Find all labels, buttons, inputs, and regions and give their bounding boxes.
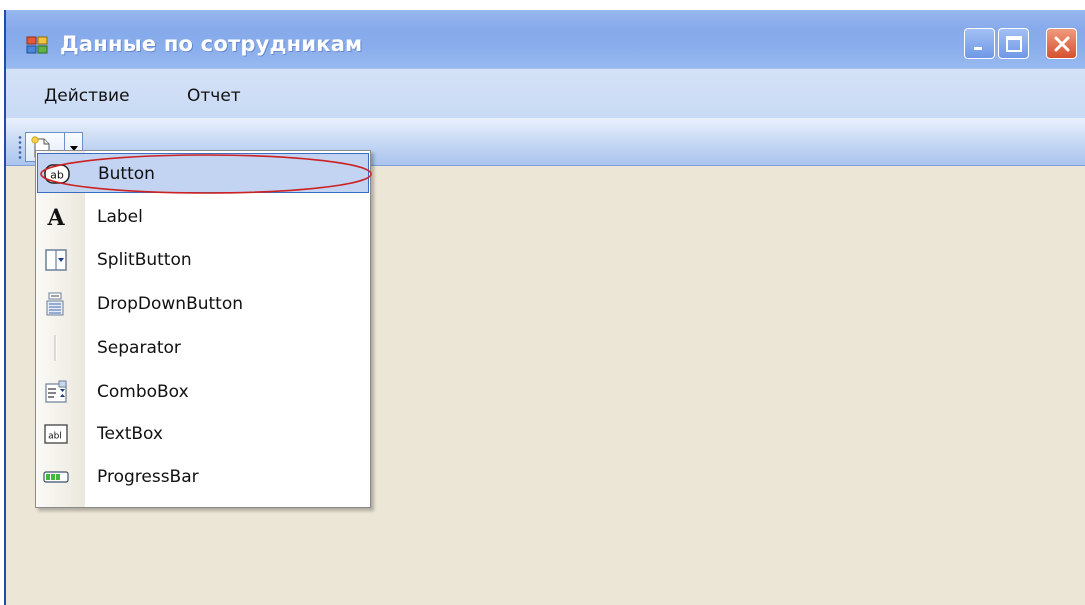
maximize-button[interactable] [998, 28, 1029, 59]
progressbar-icon [43, 463, 69, 491]
menu-item-textbox[interactable]: abl TextBox [37, 414, 369, 454]
menu-item-label: DropDownButton [97, 294, 244, 314]
menu-item-label: ProgressBar [97, 467, 199, 487]
menu-bar: Действие Отчет [6, 69, 1085, 118]
menu-item-label: Button [98, 164, 155, 184]
menu-item-combobox[interactable]: ComboBox [37, 372, 369, 412]
menu-item-button[interactable]: ab Button [37, 153, 369, 193]
close-button[interactable] [1046, 28, 1077, 59]
close-icon [1054, 36, 1069, 51]
toolbar-grip-icon[interactable] [18, 135, 22, 161]
menu-item-action[interactable]: Действие [44, 86, 130, 106]
menu-item-progressbar[interactable]: ProgressBar [37, 457, 369, 497]
combobox-icon [43, 378, 69, 406]
dropdown-button-icon [43, 290, 69, 318]
menu-item-label: ComboBox [97, 382, 189, 402]
minimize-button[interactable] [964, 28, 995, 59]
menu-item-split-button[interactable]: SplitButton [37, 240, 369, 280]
button-ab-icon: ab [44, 160, 70, 188]
svg-text:ab: ab [50, 169, 64, 182]
application-icon [26, 36, 48, 54]
menu-item-separator[interactable]: Separator [37, 328, 369, 368]
split-button-icon [43, 246, 69, 274]
menu-item-label: Label [97, 207, 143, 227]
menu-item-label-control[interactable]: A Label [37, 197, 369, 237]
menu-item-label: Separator [97, 338, 181, 358]
menu-item-report[interactable]: Отчет [187, 86, 241, 106]
window-title: Данные по сотрудникам [60, 32, 363, 56]
menu-item-label: TextBox [97, 424, 163, 444]
title-bar[interactable]: Данные по сотрудникам [6, 10, 1085, 69]
svg-text:abl: abl [48, 432, 62, 442]
add-item-dropdown-menu: ab Button A Label SplitButton DropDownBu… [35, 150, 371, 508]
label-a-icon: A [43, 203, 69, 231]
textbox-abl-icon: abl [43, 420, 69, 448]
minimize-icon [973, 46, 982, 50]
svg-text:A: A [46, 205, 65, 230]
menu-item-dropdown-button[interactable]: DropDownButton [37, 284, 369, 324]
separator-icon [43, 334, 69, 362]
menu-item-label: SplitButton [97, 250, 192, 270]
maximize-icon [1005, 35, 1022, 52]
